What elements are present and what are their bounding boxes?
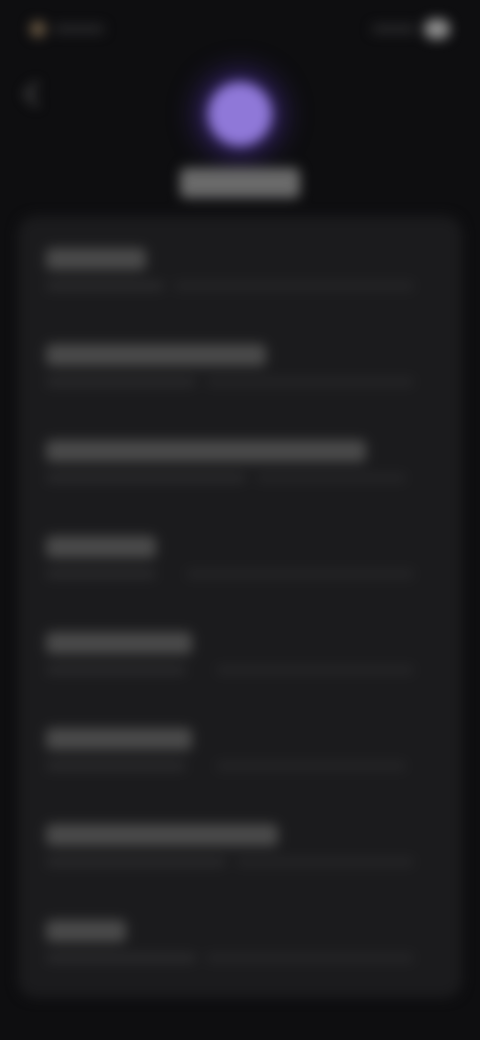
status-bar (30, 14, 450, 44)
settings-item-subtitle (46, 282, 164, 290)
chevron-left-icon (23, 81, 49, 107)
settings-item-title (46, 344, 266, 366)
settings-item[interactable] (46, 504, 434, 600)
blurred-screen (0, 0, 480, 1040)
settings-item-subtitle-continued (216, 666, 414, 674)
settings-item-subtitle-continued (216, 762, 406, 770)
settings-item[interactable] (46, 312, 434, 408)
settings-item-title (46, 632, 192, 654)
settings-item-subtitle-continued (206, 954, 414, 962)
settings-item[interactable] (46, 888, 434, 984)
settings-item-title (46, 728, 192, 750)
settings-item-subtitle (46, 570, 156, 578)
settings-item-title (46, 920, 126, 942)
settings-item-title (46, 536, 156, 558)
settings-item-subtitle (46, 858, 226, 866)
avatar[interactable] (208, 82, 272, 146)
status-right (372, 19, 450, 39)
battery-icon (424, 19, 450, 39)
settings-item-subtitle-continued (206, 378, 414, 386)
signal-icon (372, 25, 416, 33)
status-time (54, 25, 104, 33)
settings-item-subtitle-continued (256, 474, 406, 482)
settings-item-subtitle (46, 954, 196, 962)
settings-item[interactable] (46, 600, 434, 696)
settings-panel (18, 216, 462, 998)
settings-item-subtitle (46, 378, 196, 386)
app-indicator-icon (30, 21, 46, 37)
settings-item-title (46, 248, 146, 270)
settings-item[interactable] (46, 216, 434, 312)
status-left (30, 21, 104, 37)
settings-item[interactable] (46, 792, 434, 888)
settings-item-title (46, 824, 278, 846)
settings-item-subtitle (46, 474, 246, 482)
settings-item[interactable] (46, 408, 434, 504)
profile-name (180, 168, 300, 198)
back-button[interactable] (23, 81, 49, 107)
settings-item-subtitle-continued (236, 858, 414, 866)
settings-item[interactable] (46, 696, 434, 792)
settings-item-subtitle (46, 762, 186, 770)
settings-item-subtitle (46, 666, 186, 674)
settings-item-subtitle-continued (186, 570, 414, 578)
blurred-content (0, 0, 480, 1040)
settings-item-title (46, 440, 366, 462)
settings-item-subtitle-continued (174, 282, 414, 290)
